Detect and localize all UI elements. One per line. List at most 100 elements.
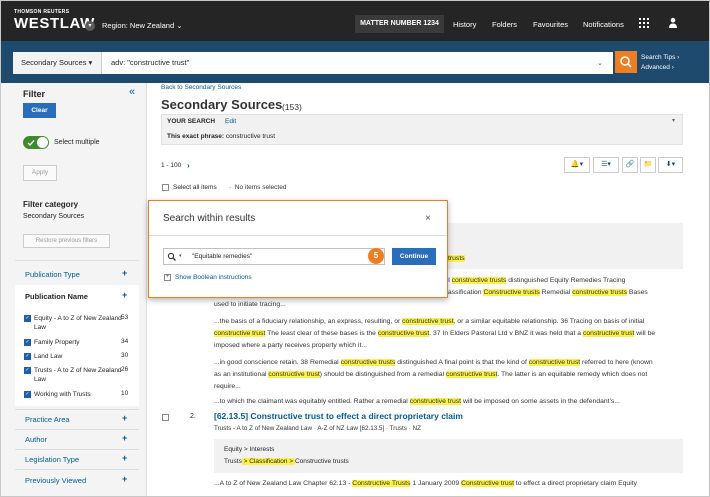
result-2-title-link[interactable]: [62.13.5] Constructive trust to effect a…: [214, 411, 463, 421]
snippet-text: ) should be distinguished from a remedia…: [319, 371, 446, 378]
checkbox-family-property[interactable]: ✓: [24, 339, 31, 346]
folder-icon[interactable]: 📁: [640, 157, 656, 173]
expand-plus-icon[interactable]: +: [122, 453, 127, 463]
section-previously-viewed[interactable]: Previously Viewed: [25, 476, 86, 485]
nav-history[interactable]: History: [453, 20, 476, 29]
snippet-text: ...A to Z of New Zealand Law Chapter 62.…: [214, 480, 353, 487]
select-all-label: Select all items: [173, 184, 217, 191]
close-icon[interactable]: ×: [425, 213, 431, 224]
expand-plus-icon[interactable]: +: [164, 274, 171, 281]
search-button[interactable]: [615, 51, 637, 73]
user-icon[interactable]: [668, 17, 678, 29]
collapse-panel-icon[interactable]: «: [129, 86, 135, 98]
highlight: constructive trust: [214, 330, 266, 337]
divider: [149, 235, 447, 236]
link-icon[interactable]: 🔗: [622, 157, 638, 173]
expand-search-icon[interactable]: ▾: [672, 117, 675, 124]
snippet-text: . 37 In Elders Pastoral Ltd v BNZ it was…: [429, 330, 583, 337]
matter-number-button[interactable]: MATTER NUMBER 1234: [355, 15, 444, 33]
chevron-down-icon[interactable]: ▾: [179, 253, 182, 259]
search-tips-link[interactable]: Search Tips ›: [641, 53, 679, 63]
result-1-excerpt-term: trusts: [448, 255, 465, 262]
your-search-box: YOUR SEARCH Edit This exact phrase: cons…: [161, 114, 683, 145]
snippet-text: Constructive trusts: [294, 458, 349, 465]
results-range: 1 - 100: [161, 162, 182, 169]
exact-phrase-label: This exact phrase:: [167, 133, 225, 140]
result-1-snippet-line: require...: [214, 381, 684, 393]
search-history-chevron-icon[interactable]: ⌄: [597, 59, 603, 67]
page-title: Secondary Sources: [161, 97, 283, 112]
result-2-snippet-line: ...A to Z of New Zealand Law Chapter 62.…: [214, 478, 684, 490]
show-boolean-link[interactable]: Show Boolean instructions: [175, 274, 252, 281]
region-selector[interactable]: Region: New Zealand ⌄: [102, 21, 183, 30]
view-options-icon[interactable]: ☰▾: [593, 157, 619, 173]
snippet-text: imposed where a party receives property …: [214, 342, 367, 349]
divider: [15, 260, 139, 261]
filter-heading: Filter: [23, 89, 46, 99]
checkbox-equity[interactable]: ✓: [24, 315, 31, 322]
back-link[interactable]: Back to Secondary Sources: [161, 84, 241, 91]
nav-notifications[interactable]: Notifications: [583, 20, 624, 29]
apps-grid-icon[interactable]: [639, 18, 649, 28]
result-2-number: 2.: [190, 413, 196, 420]
section-publication-type[interactable]: Publication Type: [25, 270, 80, 279]
search-scope-dropdown[interactable]: Secondary Sources ▾: [13, 52, 102, 74]
snippet-text: ...in good conscience retain. 38 Remedia…: [214, 359, 341, 366]
count-working-with-trusts: 10: [121, 390, 129, 397]
result-2-checkbox[interactable]: [162, 414, 169, 421]
result-2-classification: Equity > Interests Trusts > Classificati…: [214, 439, 683, 473]
nav-folders[interactable]: Folders: [492, 20, 517, 29]
section-legislation-type[interactable]: Legislation Type: [25, 455, 79, 464]
no-items-label: No items selected: [234, 184, 287, 191]
expand-plus-icon[interactable]: +: [122, 290, 127, 300]
snippet-text: Bases: [627, 289, 648, 296]
count-equity: 53: [121, 314, 129, 321]
expand-plus-icon[interactable]: +: [122, 268, 127, 278]
publication-trusts[interactable]: Trusts - A to Z of New Zealand Law: [34, 366, 122, 384]
restore-filters-button[interactable]: Restore previous filters: [23, 234, 110, 248]
nav-favourites[interactable]: Favourites: [533, 20, 568, 29]
filter-category-value: Secondary Sources: [23, 213, 85, 220]
section-author[interactable]: Author: [25, 435, 47, 444]
highlight: Constructive trust: [461, 480, 514, 487]
select-all-checkbox[interactable]: [162, 184, 169, 191]
publication-equity[interactable]: Equity - A to Z of New Zealand Law: [34, 314, 122, 332]
search-within-input[interactable]: ▾ "Equitable remedies": [163, 248, 385, 265]
expand-plus-icon[interactable]: +: [122, 433, 127, 443]
snippet-text: distinguished A final point is that the …: [395, 359, 529, 366]
count-trusts: 26: [121, 366, 129, 373]
snippet-text: will be imposed on some assets in the de…: [461, 398, 620, 405]
search-input[interactable]: adv: "constructive trust": [102, 52, 613, 74]
continue-button[interactable]: Continue: [392, 248, 436, 265]
publication-family-property[interactable]: Family Property: [34, 338, 104, 347]
checkbox-land-law[interactable]: ✓: [24, 353, 31, 360]
step-badge: 5: [368, 248, 384, 264]
highlight: Constructive Trusts: [352, 480, 411, 487]
publication-land-law[interactable]: Land Law: [34, 352, 104, 361]
brand-logo[interactable]: WESTLAW: [14, 15, 95, 32]
publication-name-heading[interactable]: Publication Name: [25, 292, 88, 301]
next-page-icon[interactable]: ›: [187, 161, 190, 170]
result-2-metadata: Trusts - A to Z of New Zealand Law · A-Z…: [214, 425, 421, 432]
checkbox-working-with-trusts[interactable]: ✓: [24, 391, 31, 398]
expand-plus-icon[interactable]: +: [122, 474, 127, 484]
download-icon[interactable]: ⬇▾: [658, 157, 683, 173]
notification-bell-icon[interactable]: 🔔▾: [564, 157, 590, 173]
edit-search-link[interactable]: Edit: [225, 118, 236, 125]
brand-menu-caret[interactable]: ▾: [85, 21, 95, 31]
advanced-search-link[interactable]: Advanced ›: [641, 63, 679, 73]
divider: [15, 429, 139, 430]
count-family-property: 34: [121, 338, 129, 345]
snippet-text: to effect a direct proprietary claim Equ…: [513, 480, 638, 487]
select-multiple-toggle[interactable]: [23, 136, 49, 149]
snippet-text: distinguished Equity Remedies Tracing: [506, 277, 626, 284]
divider: [15, 449, 139, 450]
publication-working-with-trusts[interactable]: Working with Trusts: [34, 390, 114, 399]
result-count: (153): [282, 102, 302, 112]
expand-plus-icon[interactable]: +: [122, 413, 127, 423]
clear-button[interactable]: Clear: [23, 103, 56, 118]
apply-button[interactable]: Apply: [23, 165, 57, 181]
checkbox-trusts[interactable]: ✓: [24, 367, 31, 374]
section-practice-area[interactable]: Practice Area: [25, 415, 70, 424]
exact-phrase: This exact phrase: constructive trust: [167, 133, 275, 140]
